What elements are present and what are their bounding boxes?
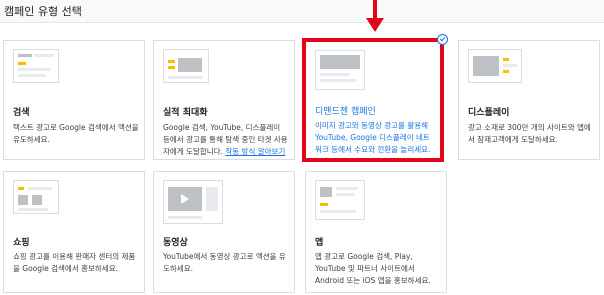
selected-check-icon — [437, 34, 448, 45]
page-title: 캠페인 유형 선택 — [4, 5, 82, 18]
campaign-card-demand-gen[interactable]: 디맨드젠 캠페인 이미지 광고와 동영상 광고를 활용해 YouTube, Go… — [302, 34, 448, 162]
card-description: 앱 광고로 Google 검색, Play, YouTube 및 파트너 사이트… — [315, 252, 431, 285]
card-title: 실적 최대화 — [163, 108, 208, 118]
learn-how-it-works-link[interactable]: 작동 방식 알아보기 — [225, 147, 285, 156]
demand-gen-thumbnail — [315, 50, 365, 90]
card-title: 앱 — [315, 238, 324, 248]
arrow-down-icon — [366, 0, 384, 32]
card-description: 텍스트 광고로 Google 검색에서 액션을 유도하세요. — [13, 123, 139, 144]
campaign-card-video[interactable]: 동영상 YouTube에서 동영상 광고로 액션을 유도하세요. — [153, 171, 295, 293]
app-thumbnail — [315, 180, 365, 220]
shopping-thumbnail — [13, 180, 59, 214]
campaign-card-shopping[interactable]: 쇼핑 쇼핑 광고를 이용해 판매자 센터의 제품을 Google 검색에서 홍보… — [3, 171, 145, 293]
card-description: Google 검색, YouTube, 디스플레이 등에서 광고를 통해 탐색 … — [163, 122, 289, 158]
card-description: YouTube에서 동영상 광고로 액션을 유도하세요. — [163, 252, 286, 273]
campaign-card-app[interactable]: 앱 앱 광고로 Google 검색, Play, YouTube 및 파트너 사… — [305, 171, 447, 293]
display-thumbnail — [468, 49, 522, 83]
page-header: 캠페인 유형 선택 — [0, 0, 604, 23]
search-thumbnail — [13, 49, 59, 83]
card-description: 광고 소재로 300만 개의 사이트와 앱에서 잠재고객에게 도달하세요. — [468, 123, 591, 144]
card-title: 동영상 — [163, 238, 188, 248]
performance-max-thumbnail — [163, 49, 209, 83]
card-description: 이미지 광고와 동영상 광고를 활용해 YouTube, Google 디스플레… — [315, 121, 431, 154]
campaign-card-display[interactable]: 디스플레이 광고 소재로 300만 개의 사이트와 앱에서 잠재고객에게 도달하… — [458, 40, 600, 160]
card-title: 검색 — [13, 108, 30, 118]
card-title: 디스플레이 — [468, 108, 510, 118]
campaign-card-search[interactable]: 검색 텍스트 광고로 Google 검색에서 액션을 유도하세요. — [3, 40, 145, 160]
campaign-card-performance-max[interactable]: 실적 최대화 Google 검색, YouTube, 디스플레이 등에서 광고를… — [153, 40, 295, 160]
card-description: 쇼핑 광고를 이용해 판매자 센터의 제품을 Google 검색에서 홍보하세요… — [13, 252, 136, 273]
card-title: 디맨드젠 캠페인 — [315, 107, 376, 117]
video-thumbnail — [163, 180, 223, 224]
card-title: 쇼핑 — [13, 238, 30, 248]
